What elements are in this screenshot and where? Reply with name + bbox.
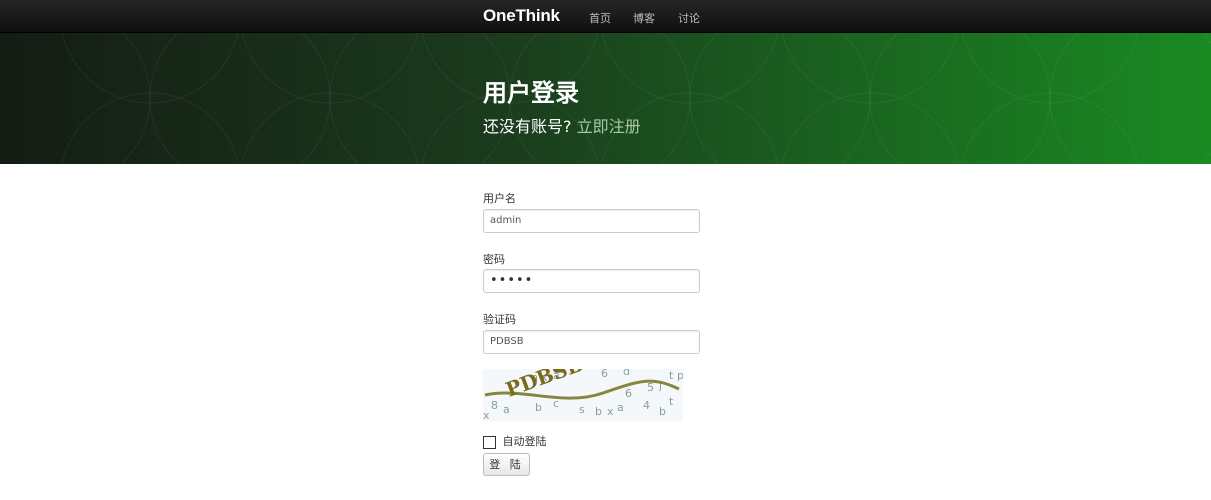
username-input[interactable]: admin bbox=[483, 209, 700, 233]
hero-pattern bbox=[61, 33, 1211, 164]
svg-text:d: d bbox=[623, 369, 630, 378]
login-button[interactable]: 登 陆 bbox=[483, 453, 530, 476]
username-label: 用户名 bbox=[483, 192, 516, 205]
svg-text:a: a bbox=[617, 401, 624, 414]
no-account-text: 还没有账号? bbox=[483, 117, 572, 136]
svg-text:t: t bbox=[669, 369, 674, 382]
page-title: 用户登录 bbox=[483, 79, 579, 107]
svg-text:b: b bbox=[595, 405, 602, 418]
brand-logo[interactable]: OneThink bbox=[483, 6, 560, 26]
top-navbar: OneThink 首页 博客 讨论 bbox=[0, 0, 1211, 33]
auto-login-option[interactable]: 自动登陆 bbox=[483, 433, 547, 449]
auto-login-checkbox[interactable] bbox=[483, 435, 496, 449]
svg-text:6: 6 bbox=[625, 387, 632, 400]
svg-text:6: 6 bbox=[601, 369, 608, 380]
svg-text:8: 8 bbox=[491, 399, 498, 412]
svg-text:x: x bbox=[483, 409, 490, 421]
svg-text:5: 5 bbox=[647, 381, 654, 394]
svg-text:s: s bbox=[579, 403, 585, 416]
svg-text:b: b bbox=[659, 405, 666, 418]
svg-text:4: 4 bbox=[643, 399, 650, 412]
hero-subtitle: 还没有账号? 立即注册 bbox=[483, 113, 641, 137]
register-link[interactable]: 立即注册 bbox=[577, 117, 641, 136]
captcha-input[interactable]: PDBSB bbox=[483, 330, 700, 354]
svg-text:p: p bbox=[677, 369, 683, 382]
nav-item-home[interactable]: 首页 bbox=[589, 10, 611, 26]
nav-item-blog[interactable]: 博客 bbox=[633, 10, 655, 26]
captcha-label: 验证码 bbox=[483, 313, 516, 326]
svg-text:b: b bbox=[535, 401, 542, 414]
captcha-image[interactable]: nxa 6dtp 8abc sbxa 4bt x5j6 PDBSB bbox=[483, 352, 684, 422]
hero-banner: 用户登录 还没有账号? 立即注册 bbox=[0, 33, 1211, 164]
captcha-graphic: nxa 6dtp 8abc sbxa 4 bt x5 j6 PDBSB bbox=[483, 352, 684, 422]
svg-text:x: x bbox=[607, 405, 614, 418]
svg-text:t: t bbox=[669, 395, 674, 408]
auto-login-label: 自动登陆 bbox=[502, 435, 547, 448]
svg-text:a: a bbox=[503, 403, 510, 416]
password-label: 密码 bbox=[483, 253, 505, 266]
password-input[interactable]: ••••• bbox=[483, 269, 700, 293]
nav-item-discuss[interactable]: 讨论 bbox=[678, 10, 700, 26]
